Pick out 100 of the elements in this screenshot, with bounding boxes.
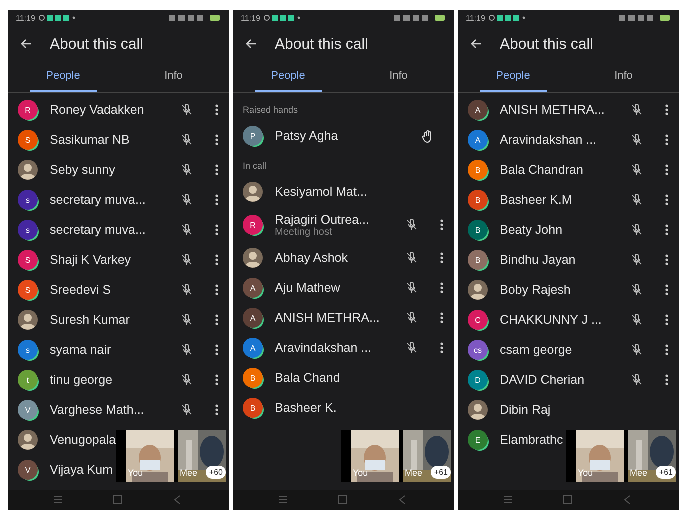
- participant-count-badge[interactable]: +61: [431, 466, 451, 479]
- video-tile[interactable]: You: [576, 430, 624, 482]
- participant-name: Boby Rajesh: [500, 283, 571, 297]
- avatar: B: [468, 250, 488, 270]
- participant-name: Basheer K.: [275, 401, 337, 415]
- more-options-icon[interactable]: [665, 284, 669, 296]
- user-silhouette-icon: [243, 248, 263, 268]
- participant-name: Abhay Ashok: [275, 251, 348, 265]
- user-silhouette-icon: [18, 310, 38, 330]
- more-options-icon[interactable]: [215, 374, 219, 386]
- status-time: 11:19: [241, 14, 260, 22]
- avatar: V: [18, 460, 38, 480]
- avatar: R: [18, 100, 38, 120]
- participant-name: Bala Chand: [275, 371, 340, 385]
- participant-name: Patsy Agha: [275, 129, 338, 143]
- more-options-icon[interactable]: [440, 342, 444, 354]
- user-silhouette-icon: [468, 400, 488, 420]
- participant-name: csam george: [500, 343, 572, 357]
- section-heading: Raised hands: [242, 104, 300, 117]
- more-options-icon[interactable]: [665, 374, 669, 386]
- back-arrow-icon[interactable]: [20, 38, 32, 50]
- video-tile[interactable]: You: [126, 430, 174, 482]
- participant-name: Aju Mathew: [275, 281, 340, 295]
- back-arrow-icon[interactable]: [470, 38, 482, 50]
- participant-name: Dibin Raj: [500, 403, 551, 417]
- participant-name: Basheer K.M: [500, 193, 572, 207]
- avatar: S: [18, 130, 38, 150]
- more-options-icon[interactable]: [215, 164, 219, 176]
- avatar: A: [468, 130, 488, 150]
- avatar: A: [243, 338, 263, 358]
- tile-label: You: [353, 468, 368, 478]
- avatar: P: [243, 126, 263, 146]
- more-options-icon[interactable]: [440, 219, 444, 231]
- avatar: S: [18, 280, 38, 300]
- status-time: 11:19: [16, 14, 36, 22]
- more-options-icon[interactable]: [215, 104, 219, 116]
- avatar: s: [18, 340, 38, 360]
- participant-count-badge[interactable]: +60: [206, 466, 226, 479]
- participant-name: secretary muva...: [50, 193, 146, 207]
- participant-name: secretary muva...: [50, 223, 146, 237]
- screen-title: About this call: [275, 36, 368, 52]
- avatar: B: [243, 398, 263, 418]
- participant-name: Sasikumar NB: [50, 133, 130, 147]
- participant-role: Meeting host: [275, 226, 332, 238]
- more-options-icon[interactable]: [215, 344, 219, 356]
- tab[interactable]: People: [480, 62, 546, 92]
- more-options-icon[interactable]: [215, 314, 219, 326]
- participant-name: Venugopala: [50, 433, 116, 447]
- more-options-icon[interactable]: [665, 104, 669, 116]
- participant-name: Kesiyamol Mat...: [275, 185, 368, 199]
- avatar: V: [18, 400, 38, 420]
- video-tile[interactable]: You: [351, 430, 399, 482]
- tab[interactable]: People: [255, 62, 322, 92]
- video-tile[interactable]: Mee +61: [628, 430, 676, 482]
- more-options-icon[interactable]: [665, 224, 669, 236]
- more-options-icon[interactable]: [440, 252, 444, 264]
- participant-name: syama nair: [50, 343, 112, 357]
- tile-label: You: [128, 468, 144, 478]
- avatar: S: [18, 250, 38, 270]
- tile-label: You: [578, 468, 594, 478]
- user-silhouette-icon: [18, 430, 38, 450]
- tab[interactable]: Info: [590, 62, 657, 92]
- more-options-icon[interactable]: [215, 284, 219, 296]
- tile-label: Mee: [630, 468, 648, 478]
- more-options-icon[interactable]: [665, 194, 669, 206]
- more-options-icon[interactable]: [215, 254, 219, 266]
- participant-name: Shaji K Varkey: [50, 253, 132, 267]
- video-tile[interactable]: Mee +60: [178, 430, 226, 482]
- participant-count-badge[interactable]: +61: [656, 466, 676, 479]
- participant-name: Bala Chandran: [500, 163, 584, 177]
- screen-title: About this call: [500, 36, 594, 52]
- more-options-icon[interactable]: [215, 224, 219, 236]
- avatar: B: [468, 160, 488, 180]
- avatar: A: [243, 308, 263, 328]
- more-options-icon[interactable]: [215, 404, 219, 416]
- user-silhouette-icon: [18, 160, 38, 180]
- tab[interactable]: Info: [140, 62, 207, 92]
- participant-name: Bindhu Jayan: [500, 253, 576, 267]
- video-tile[interactable]: Mee +61: [403, 430, 451, 482]
- more-options-icon[interactable]: [215, 134, 219, 146]
- tab[interactable]: People: [30, 62, 96, 92]
- avatar: s: [18, 220, 38, 240]
- back-arrow-icon[interactable]: [245, 38, 257, 50]
- more-options-icon[interactable]: [215, 194, 219, 206]
- more-options-icon[interactable]: [665, 344, 669, 356]
- participant-name: Aravindakshan ...: [500, 133, 597, 147]
- more-options-icon[interactable]: [440, 312, 444, 324]
- participant-name: Seby sunny: [50, 163, 116, 177]
- more-options-icon[interactable]: [665, 254, 669, 266]
- more-options-icon[interactable]: [665, 164, 669, 176]
- participant-name: Suresh Kumar: [50, 313, 130, 327]
- avatar: s: [18, 190, 38, 210]
- more-options-icon[interactable]: [440, 282, 444, 294]
- participant-name: Elambrathc: [500, 433, 564, 447]
- participant-name: tinu george: [50, 373, 113, 387]
- tab[interactable]: Info: [366, 62, 432, 92]
- avatar: t: [18, 370, 38, 390]
- participant-name: ANISH METHRA...: [500, 103, 605, 117]
- more-options-icon[interactable]: [665, 314, 669, 326]
- more-options-icon[interactable]: [665, 134, 669, 146]
